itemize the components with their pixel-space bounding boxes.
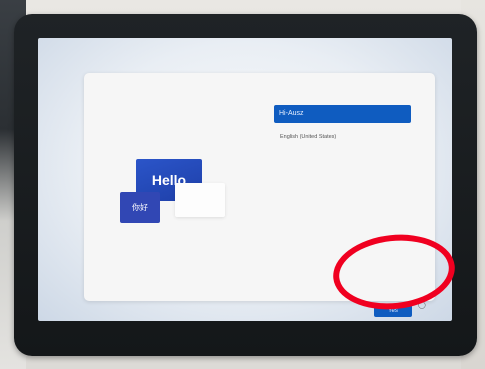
white-speech-bubble [175, 183, 225, 217]
language-list-item-selected[interactable]: Hi-Ausz [274, 105, 411, 123]
photo-scene: Hello 你好 Hi-Ausz English (United States)… [0, 0, 485, 369]
chinese-text: 你好 [132, 203, 148, 212]
selected-language-label: Hi-Ausz [279, 110, 304, 117]
chinese-bubble: 你好 [120, 192, 160, 223]
language-option-label: English (United States) [280, 134, 337, 140]
language-list-item[interactable]: English (United States) [280, 131, 410, 143]
